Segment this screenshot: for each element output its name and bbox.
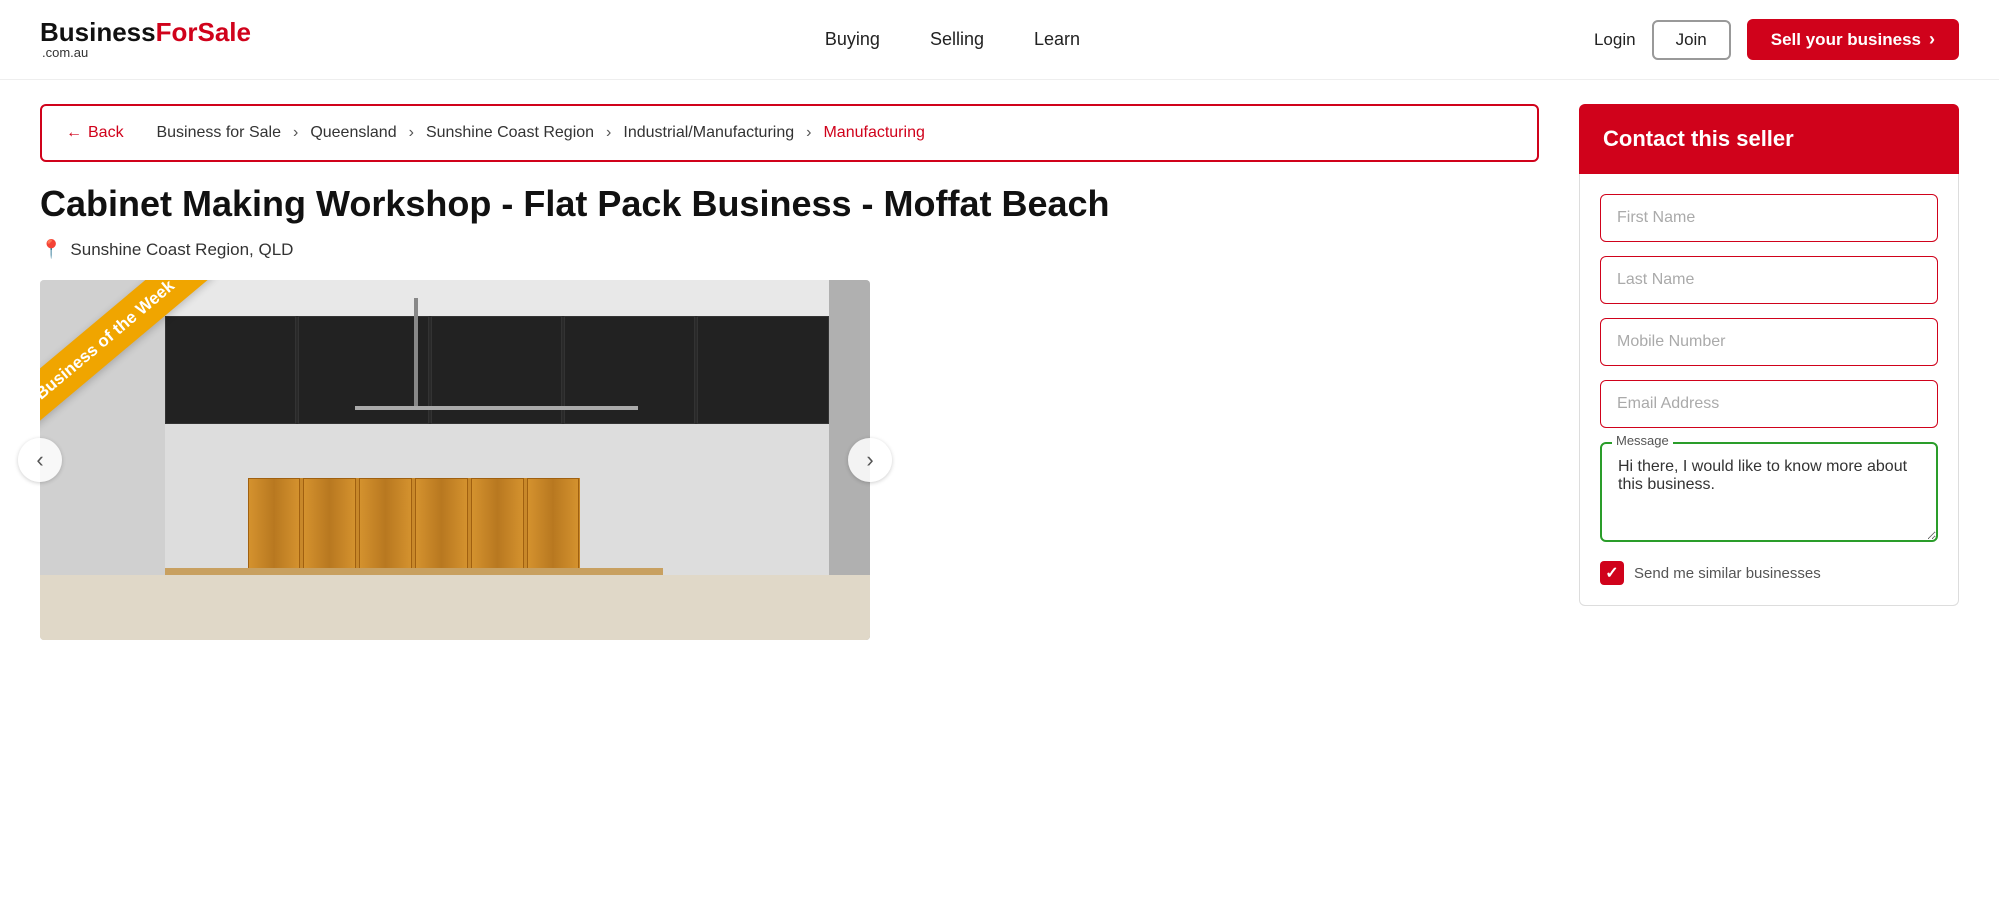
similar-row: Send me similar businesses xyxy=(1600,561,1938,585)
left-content: ← Back Business for Sale › Queensland › … xyxy=(40,80,1539,645)
listing-image: Business of the Week xyxy=(40,280,870,640)
breadcrumb-sep-3: › xyxy=(606,124,611,142)
header: BusinessForSale .com.au Buying Selling L… xyxy=(0,0,1999,80)
next-arrow-icon: › xyxy=(866,447,873,473)
breadcrumb-sep-1: › xyxy=(293,124,298,142)
breadcrumb-item-0[interactable]: Business for Sale xyxy=(156,124,281,142)
email-input[interactable] xyxy=(1600,380,1938,428)
sell-business-label: Sell your business xyxy=(1771,30,1921,50)
image-wrapper: Business of the Week ‹ › xyxy=(40,280,870,640)
breadcrumb-item-1[interactable]: Queensland xyxy=(310,124,396,142)
listing-location: Sunshine Coast Region, QLD xyxy=(70,240,293,260)
breadcrumb-sep-2: › xyxy=(409,124,414,142)
breadcrumb-item-3[interactable]: Industrial/Manufacturing xyxy=(623,124,794,142)
contact-form: Message Hi there, I would like to know m… xyxy=(1579,174,1959,606)
sell-business-button[interactable]: Sell your business › xyxy=(1747,19,1959,60)
carousel-next-button[interactable]: › xyxy=(848,438,892,482)
similar-label: Send me similar businesses xyxy=(1634,565,1821,582)
login-button[interactable]: Login xyxy=(1594,30,1636,50)
logo-domain: .com.au xyxy=(42,45,88,60)
right-sidebar: Contact this seller Message Hi there, I … xyxy=(1579,80,1959,645)
breadcrumb-back[interactable]: ← Back xyxy=(66,124,124,142)
message-label: Message xyxy=(1612,433,1673,448)
contact-header-title: Contact this seller xyxy=(1603,126,1794,151)
breadcrumb-item-2[interactable]: Sunshine Coast Region xyxy=(426,124,594,142)
nav-learn[interactable]: Learn xyxy=(1034,29,1080,50)
sell-chevron-icon: › xyxy=(1929,29,1935,50)
pin-icon: 📍 xyxy=(40,239,62,260)
breadcrumb-sep-0 xyxy=(136,124,145,142)
listing-title: Cabinet Making Workshop - Flat Pack Busi… xyxy=(40,182,1539,225)
breadcrumb: ← Back Business for Sale › Queensland › … xyxy=(40,104,1539,162)
contact-header: Contact this seller xyxy=(1579,104,1959,174)
last-name-input[interactable] xyxy=(1600,256,1938,304)
back-arrow-icon: ← xyxy=(66,124,82,142)
logo-forsale: ForSale xyxy=(156,19,251,45)
join-button[interactable]: Join xyxy=(1652,20,1731,60)
nav: Buying Selling Learn xyxy=(311,29,1594,50)
similar-checkbox[interactable] xyxy=(1600,561,1624,585)
message-textarea[interactable]: Hi there, I would like to know more abou… xyxy=(1600,442,1938,542)
logo[interactable]: BusinessForSale .com.au xyxy=(40,19,251,60)
nav-selling[interactable]: Selling xyxy=(930,29,984,50)
logo-business: Business xyxy=(40,19,156,45)
prev-arrow-icon: ‹ xyxy=(36,447,43,473)
breadcrumb-item-4[interactable]: Manufacturing xyxy=(823,124,924,142)
main-layout: ← Back Business for Sale › Queensland › … xyxy=(0,80,1999,645)
location-row: 📍 Sunshine Coast Region, QLD xyxy=(40,239,1539,260)
nav-buying[interactable]: Buying xyxy=(825,29,880,50)
carousel-prev-button[interactable]: ‹ xyxy=(18,438,62,482)
mobile-input[interactable] xyxy=(1600,318,1938,366)
back-label: Back xyxy=(88,124,124,142)
first-name-input[interactable] xyxy=(1600,194,1938,242)
header-right: Login Join Sell your business › xyxy=(1594,19,1959,60)
message-wrap: Message Hi there, I would like to know m… xyxy=(1600,442,1938,547)
breadcrumb-sep-4: › xyxy=(806,124,811,142)
